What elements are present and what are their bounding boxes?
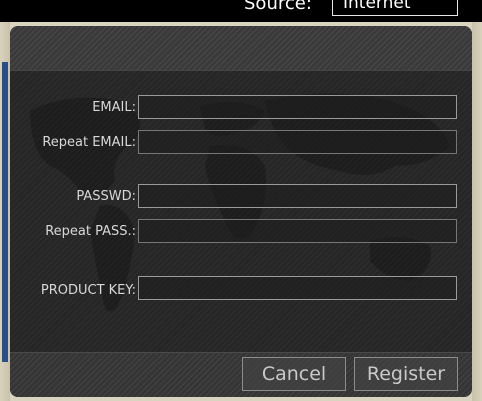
product-key-field[interactable] — [138, 276, 457, 300]
background-window-strip: Source: Internet — [0, 0, 482, 22]
source-label: Source: — [244, 0, 312, 14]
password-field[interactable] — [138, 184, 457, 208]
background-window-left-edge — [0, 22, 10, 401]
product-key-label: PRODUCT KEY: — [40, 283, 136, 298]
repeat-email-label: Repeat EMAIL: — [42, 135, 136, 150]
repeat-email-field[interactable] — [138, 130, 457, 154]
register-dialog: EMAIL: Repeat EMAIL: PASSWD: Repeat PASS… — [10, 26, 472, 397]
background-window-right-edge — [472, 22, 482, 401]
repeat-password-field[interactable] — [138, 219, 457, 243]
repeat-password-label: Repeat PASS.: — [45, 224, 136, 239]
password-label: PASSWD: — [76, 189, 136, 204]
register-button[interactable]: Register — [354, 357, 458, 391]
source-select[interactable]: Internet — [332, 0, 458, 16]
dialog-header — [10, 26, 472, 71]
cancel-button[interactable]: Cancel — [242, 357, 346, 391]
background-panel-edge — [2, 62, 8, 362]
email-label: EMAIL: — [92, 100, 136, 115]
email-field[interactable] — [138, 95, 457, 119]
source-value: Internet — [343, 0, 411, 13]
